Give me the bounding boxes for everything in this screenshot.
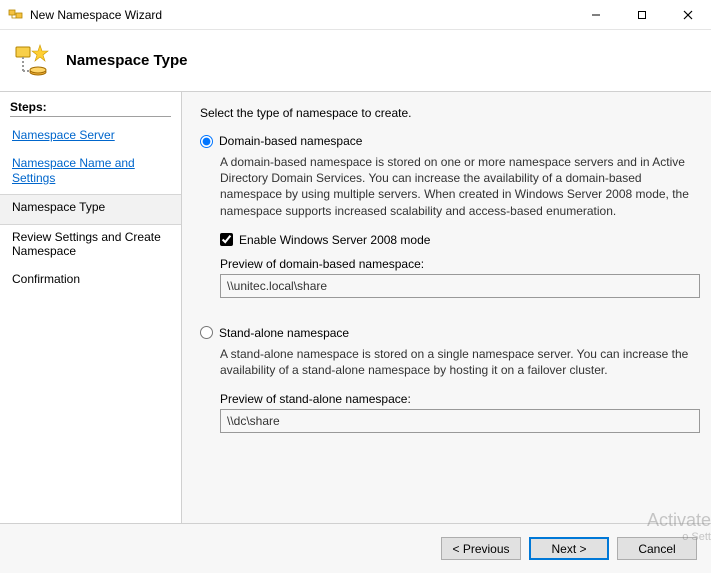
window-controls [573, 0, 711, 29]
close-button[interactable] [665, 0, 711, 29]
window-title: New Namespace Wizard [30, 8, 573, 22]
enable-2008-label: Enable Windows Server 2008 mode [239, 233, 430, 247]
standalone-description: A stand-alone namespace is stored on a s… [220, 346, 691, 378]
standalone-preview-value: \\dc\share [220, 409, 700, 433]
domain-preview-label: Preview of domain-based namespace: [220, 257, 691, 271]
domain-radio-label: Domain-based namespace [219, 134, 362, 148]
domain-radio[interactable] [200, 135, 213, 148]
enable-2008-row[interactable]: Enable Windows Server 2008 mode [220, 233, 691, 247]
cancel-button[interactable]: Cancel [617, 537, 697, 560]
domain-radio-row[interactable]: Domain-based namespace [200, 134, 691, 148]
wizard-footer: < Previous Next > Cancel [0, 523, 711, 573]
steps-sidebar: Steps: Namespace Server Namespace Name a… [0, 92, 182, 523]
intro-text: Select the type of namespace to create. [200, 106, 691, 120]
domain-description: A domain-based namespace is stored on on… [220, 154, 691, 219]
enable-2008-checkbox[interactable] [220, 233, 233, 246]
step-namespace-name-settings[interactable]: Namespace Name and Settings [10, 151, 171, 194]
next-button[interactable]: Next > [529, 537, 609, 560]
domain-preview-value: \\unitec.local\share [220, 274, 700, 298]
standalone-preview-label: Preview of stand-alone namespace: [220, 392, 691, 406]
title-bar: New Namespace Wizard [0, 0, 711, 30]
domain-option-block: Domain-based namespace A domain-based na… [200, 134, 691, 298]
step-namespace-server[interactable]: Namespace Server [10, 123, 171, 151]
standalone-radio-row[interactable]: Stand-alone namespace [200, 326, 691, 340]
standalone-radio-label: Stand-alone namespace [219, 326, 349, 340]
maximize-button[interactable] [619, 0, 665, 29]
step-review-create: Review Settings and Create Namespace [10, 225, 171, 268]
minimize-button[interactable] [573, 0, 619, 29]
steps-header: Steps: [10, 100, 171, 117]
previous-button[interactable]: < Previous [441, 537, 521, 560]
wizard-icon [12, 41, 52, 81]
step-namespace-type: Namespace Type [0, 194, 181, 224]
content-panel: Select the type of namespace to create. … [182, 92, 711, 523]
standalone-option-block: Stand-alone namespace A stand-alone name… [200, 326, 691, 433]
standalone-radio[interactable] [200, 326, 213, 339]
wizard-banner: Namespace Type [0, 30, 711, 92]
app-icon [8, 7, 24, 23]
step-confirmation: Confirmation [10, 267, 171, 295]
wizard-heading: Namespace Type [66, 52, 187, 69]
